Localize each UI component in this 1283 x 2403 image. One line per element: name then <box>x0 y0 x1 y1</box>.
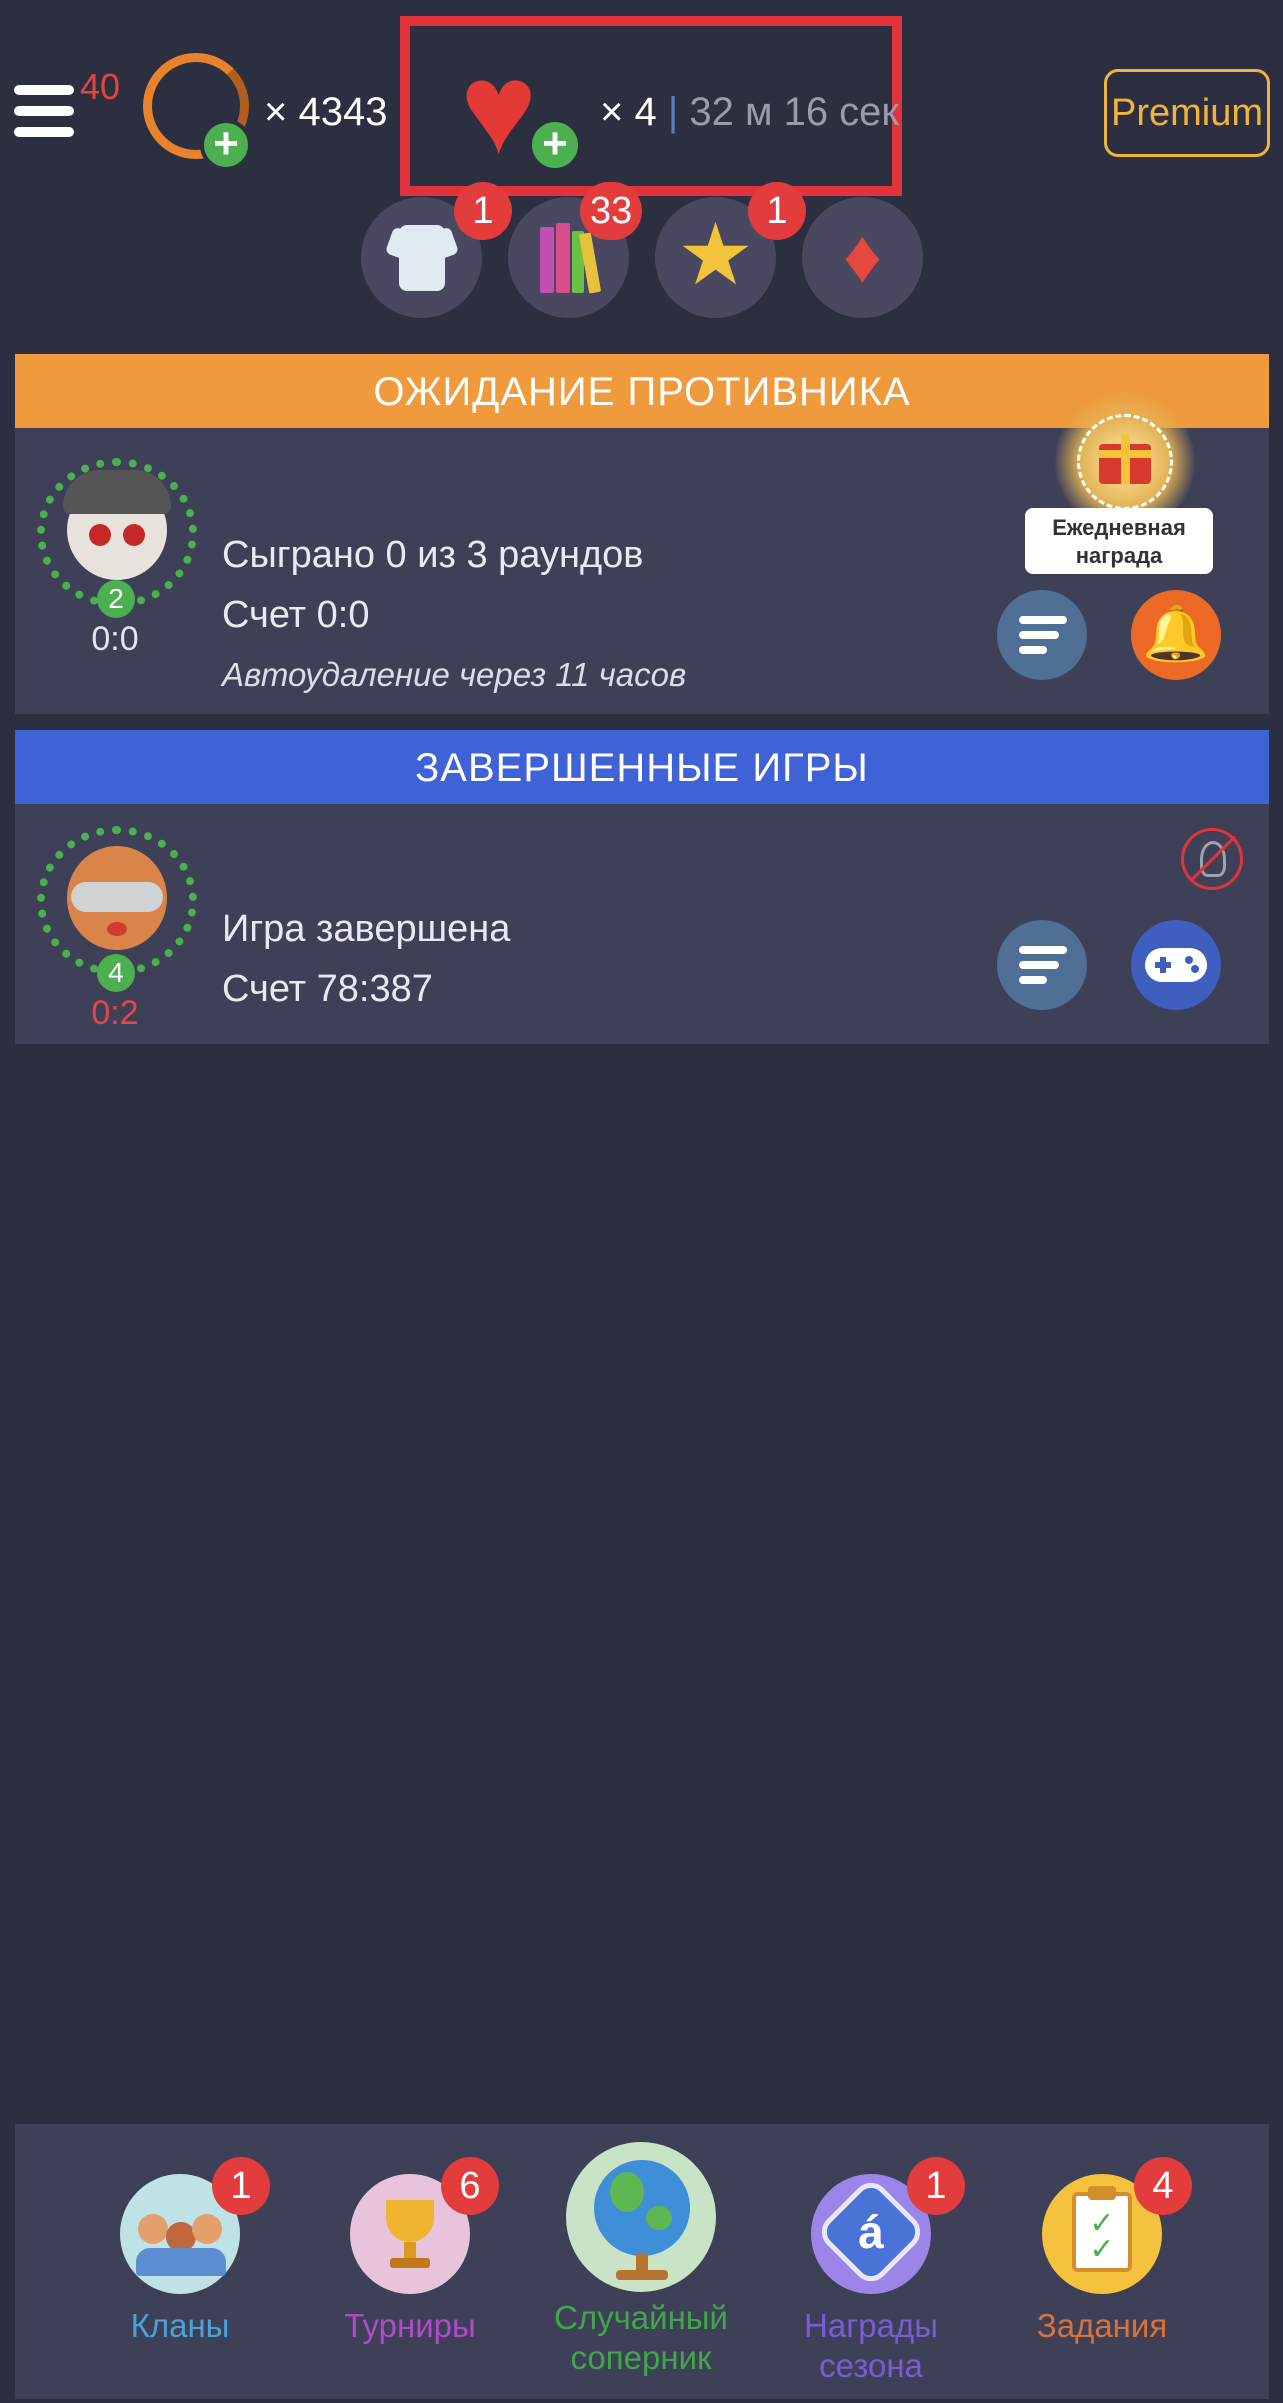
score-text: Счет 0:0 <box>222 594 370 636</box>
bell-icon: 🔔 <box>1142 604 1210 664</box>
shop-gem-button[interactable]: ♦ <box>802 197 923 318</box>
lives-count: × 4 <box>600 90 657 134</box>
coins-add-button[interactable]: + <box>143 53 255 171</box>
premium-button[interactable]: Premium <box>1104 69 1270 157</box>
daily-reward-line1: Ежедневная <box>1052 515 1186 540</box>
lives-timer: 32 м 16 сек <box>689 90 899 134</box>
no-hints-icon <box>1181 828 1243 890</box>
gem-icon: ♦ <box>843 214 882 299</box>
tasks-badge: 4 <box>1134 2157 1192 2215</box>
season-rewards-badge: 1 <box>907 2157 965 2215</box>
nav-label: Награды сезона <box>804 2307 938 2384</box>
nav-label: Задания <box>1036 2307 1168 2344</box>
menu-notification-count: 40 <box>80 66 121 107</box>
waiting-game-row[interactable]: 2 0:0 Сыграно 0 из 3 раундов Счет 0:0 Ав… <box>15 392 1269 714</box>
autodelete-text: Автоудаление через 11 часов <box>222 656 687 693</box>
plus-icon: + <box>200 119 252 171</box>
hat-icon <box>63 470 171 514</box>
shirt-badge: 1 <box>454 182 512 240</box>
lives-separator: | <box>667 90 679 134</box>
game-status-text: Игра завершена <box>222 908 511 950</box>
opponent-level-badge: 4 <box>97 954 135 992</box>
nav-label: Случайный соперник <box>554 2299 728 2376</box>
finished-game-row[interactable]: 4 0:2 Игра завершена Счет 78:387 <box>15 804 1269 1044</box>
daily-reward-label: Ежедневная награда <box>1025 508 1213 574</box>
stats-button[interactable] <box>997 590 1087 680</box>
lives-add-button[interactable]: ♥ + <box>456 35 588 181</box>
nav-label: Кланы <box>130 2307 230 2344</box>
tournaments-badge: 6 <box>441 2157 499 2215</box>
clans-badge: 1 <box>212 2157 270 2215</box>
star-badge: 1 <box>748 182 806 240</box>
nav-label: Турниры <box>344 2307 476 2344</box>
heart-icon: ♥ <box>460 35 538 181</box>
shirt-icon <box>384 225 460 291</box>
stats-button[interactable] <box>997 920 1087 1010</box>
opponent-score-small: 0:2 <box>91 994 139 1032</box>
gamepad-icon <box>1145 948 1207 982</box>
daily-reward-button[interactable]: Ежедневная награда <box>1025 392 1225 574</box>
globe-icon <box>566 2142 716 2292</box>
gift-icon <box>1099 434 1151 484</box>
books-badge: 33 <box>580 182 643 240</box>
opponent-level-badge: 2 <box>97 580 135 618</box>
opponent-score-small: 0:0 <box>91 620 139 658</box>
menu-button[interactable] <box>14 85 74 137</box>
score-text: Счет 78:387 <box>222 968 433 1010</box>
rematch-button[interactable] <box>1131 920 1221 1010</box>
goggles-icon <box>71 882 163 912</box>
finished-section-header: ЗАВЕРШЕННЫЕ ИГРЫ <box>15 730 1269 804</box>
coins-count: × 4343 <box>264 90 388 134</box>
rounds-text: Сыграно 0 из 3 раундов <box>222 534 644 576</box>
remind-button[interactable]: 🔔 <box>1131 590 1221 680</box>
plus-icon: + <box>528 118 582 172</box>
nav-random-opponent[interactable]: Случайный соперник <box>521 2142 761 2392</box>
daily-reward-line2: награда <box>1075 543 1163 568</box>
